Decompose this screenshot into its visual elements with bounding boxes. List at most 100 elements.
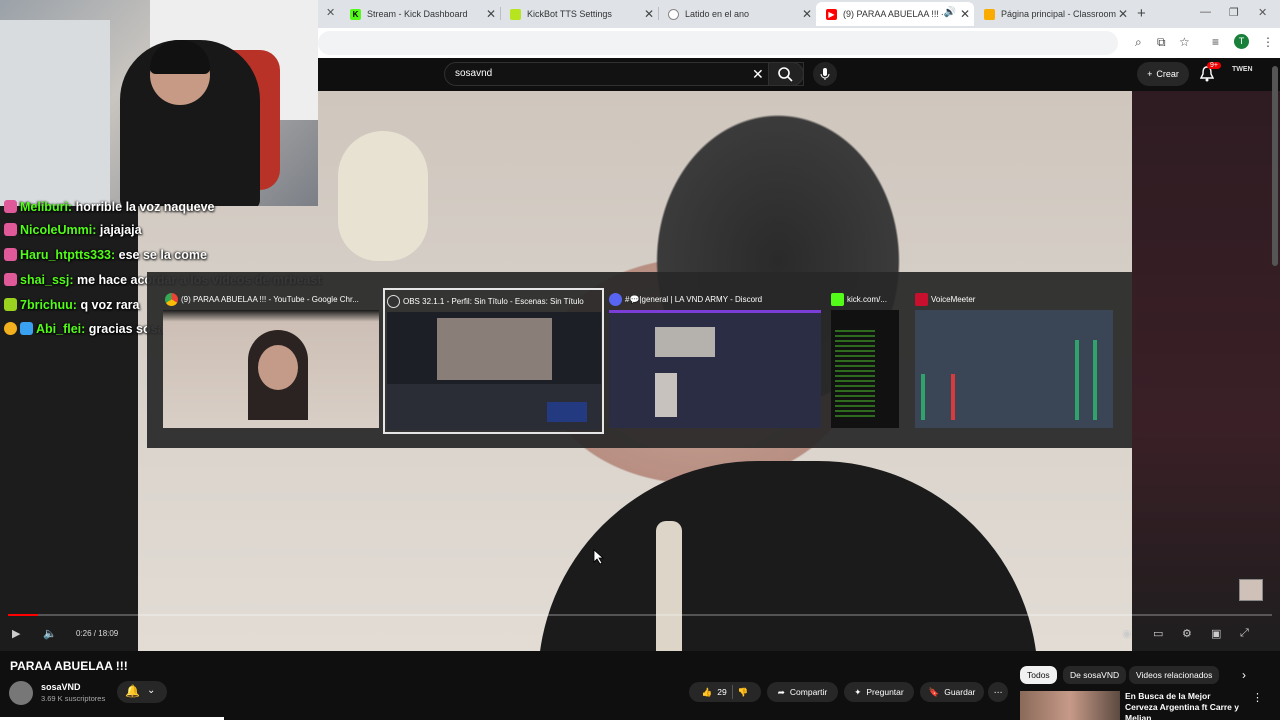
globe-icon (668, 8, 679, 20)
miniplayer-thumbnail[interactable] (1239, 579, 1263, 601)
close-icon[interactable]: ✕ (644, 7, 654, 21)
ask-label: Preguntar (866, 687, 904, 697)
profile-avatar[interactable]: T (1234, 34, 1249, 49)
window-title: (9) PARAA ABUELAA !!! - YouTube - Google… (181, 295, 359, 304)
clear-search-icon[interactable]: ✕ (752, 66, 764, 83)
kickbot-icon (510, 8, 521, 20)
close-icon[interactable]: ✕ (326, 6, 335, 19)
classroom-icon (984, 8, 995, 20)
search-input[interactable]: sosavnd ✕ (444, 62, 804, 86)
sparkle-icon: ✦ (854, 686, 862, 697)
window-thumbnail (915, 310, 1113, 428)
save-label: Guardar (944, 687, 976, 697)
search-button[interactable] (768, 62, 804, 86)
related-menu-icon[interactable]: ⋮ (1252, 691, 1263, 704)
tab-classroom[interactable]: Página principal - Classroom ✕ (974, 2, 1132, 26)
chip-all[interactable]: Todos (1020, 666, 1057, 684)
screen: ✕ K Stream - Kick Dashboard ✕ KickBot TT… (0, 0, 1280, 720)
close-window-icon[interactable]: ✕ (1258, 6, 1267, 19)
voicemeeter-icon (915, 293, 928, 306)
minimize-icon[interactable]: — (1200, 6, 1211, 18)
close-icon[interactable]: ✕ (486, 7, 496, 21)
ask-button[interactable]: ✦ Preguntar (844, 682, 914, 702)
subscribed-button[interactable]: 🔔 ⌄ (117, 681, 167, 703)
create-button[interactable]: + Crear (1137, 62, 1189, 86)
switcher-window-discord[interactable]: #💬|general | LA VND ARMY - Discord (607, 288, 823, 434)
more-actions-button[interactable]: ⋯ (988, 682, 1008, 702)
badge-icon (4, 273, 17, 286)
play-icon[interactable]: ▶ (12, 627, 20, 640)
tab-youtube[interactable]: ▶ (9) PARAA ABUELAA !!! - Yo 🔊 ✕ (816, 2, 974, 26)
autoplay-toggle-icon[interactable]: ◉ (1122, 627, 1132, 640)
chat-message: Meliburi: horrible la voz naqueve (4, 200, 215, 218)
chevron-right-icon[interactable]: › (1242, 668, 1246, 682)
badge-icon (4, 298, 17, 311)
switcher-window-chrome[interactable]: (9) PARAA ABUELAA !!! - YouTube - Google… (163, 288, 381, 434)
channel-avatar[interactable] (9, 681, 33, 705)
tab-latido[interactable]: Latido en el ano ✕ (658, 2, 816, 26)
discord-icon (609, 293, 622, 306)
share-label: Compartir (789, 687, 828, 697)
window-switcher: (9) PARAA ABUELAA !!! - YouTube - Google… (147, 272, 1132, 448)
badge-icon (4, 223, 17, 236)
settings-gear-icon[interactable]: ⚙ (1182, 627, 1192, 640)
badge-icon (4, 322, 17, 335)
window-thumbnail (609, 310, 821, 428)
zoom-icon[interactable]: ⌕ (1135, 35, 1142, 50)
close-icon[interactable]: ✕ (1118, 7, 1128, 21)
share-icon: ➦ (777, 686, 785, 697)
menu-icon[interactable]: ⋮ (1262, 35, 1274, 49)
bell-icon: 🔔 (125, 684, 140, 698)
media-control-icon[interactable]: ≡ (1212, 35, 1219, 49)
thumbs-down-icon[interactable]: 👎 (738, 687, 749, 698)
account-avatar[interactable]: TWEN (1232, 66, 1253, 73)
close-icon[interactable]: ✕ (802, 7, 812, 21)
share-button[interactable]: ➦ Compartir (767, 682, 838, 702)
chip-related[interactable]: Videos relacionados (1129, 666, 1220, 684)
related-video-title[interactable]: En Busca de la Mejor Cerveza Argentina f… (1125, 691, 1245, 720)
install-icon[interactable]: ⧉ (1157, 35, 1166, 50)
page-scrollbar[interactable] (1272, 66, 1278, 266)
subscriber-count: 3.69 K suscriptores (41, 694, 106, 703)
tab-kickbot[interactable]: KickBot TTS Settings ✕ (500, 2, 658, 26)
more-icon: ⋯ (993, 686, 1003, 697)
window-thumbnail (163, 310, 379, 428)
fullscreen-icon[interactable]: ⤢ (1240, 627, 1249, 640)
plus-icon: + (1147, 69, 1153, 79)
save-button[interactable]: 🔖 Guardar (920, 682, 984, 702)
notification-badge: 9+ (1207, 62, 1221, 69)
close-icon[interactable]: ✕ (960, 7, 970, 21)
voice-search-button[interactable] (813, 62, 837, 86)
related-video-thumbnail[interactable] (1020, 691, 1120, 720)
like-button[interactable]: 👍 29 (702, 687, 727, 698)
switcher-window-kick[interactable]: kick.com/... (829, 288, 899, 434)
subtitles-icon[interactable]: ▭ (1153, 627, 1163, 640)
window-thumbnail (387, 312, 601, 430)
volume-icon[interactable]: 🔈 (43, 627, 57, 640)
theater-mode-icon[interactable]: ▣ (1211, 627, 1221, 640)
video-object (656, 521, 682, 651)
bookmark-star-icon[interactable]: ☆ (1179, 35, 1190, 49)
speaker-icon[interactable]: 🔊 (944, 7, 956, 18)
video-progress-bar[interactable] (8, 614, 1272, 616)
create-label: Crear (1156, 69, 1179, 79)
mouse-cursor-icon (593, 549, 605, 565)
badge-icon (4, 248, 17, 261)
streamer-webcam-overlay (0, 0, 318, 206)
switcher-window-voicemeeter[interactable]: VoiceMeeter (913, 288, 1113, 434)
restore-icon[interactable]: ❐ (1229, 6, 1239, 19)
kick-icon: K (350, 8, 361, 20)
badge-icon (4, 200, 17, 213)
webcam-shelf (0, 20, 110, 206)
progress-fill (8, 614, 39, 616)
switcher-window-obs[interactable]: OBS 32.1.1 - Perfil: Sin Título - Escena… (383, 288, 604, 434)
tab-kick-dashboard[interactable]: K Stream - Kick Dashboard ✕ (340, 2, 500, 26)
tab-label: Stream - Kick Dashboard (367, 9, 468, 19)
obs-icon (387, 295, 400, 308)
new-tab-icon[interactable]: + (1137, 5, 1146, 22)
chevron-down-icon: ⌄ (147, 685, 156, 696)
window-title: VoiceMeeter (931, 295, 976, 304)
chip-from-channel[interactable]: De sosaVND (1063, 666, 1127, 684)
url-field[interactable] (318, 31, 1118, 55)
channel-name[interactable]: sosaVND (41, 682, 81, 692)
